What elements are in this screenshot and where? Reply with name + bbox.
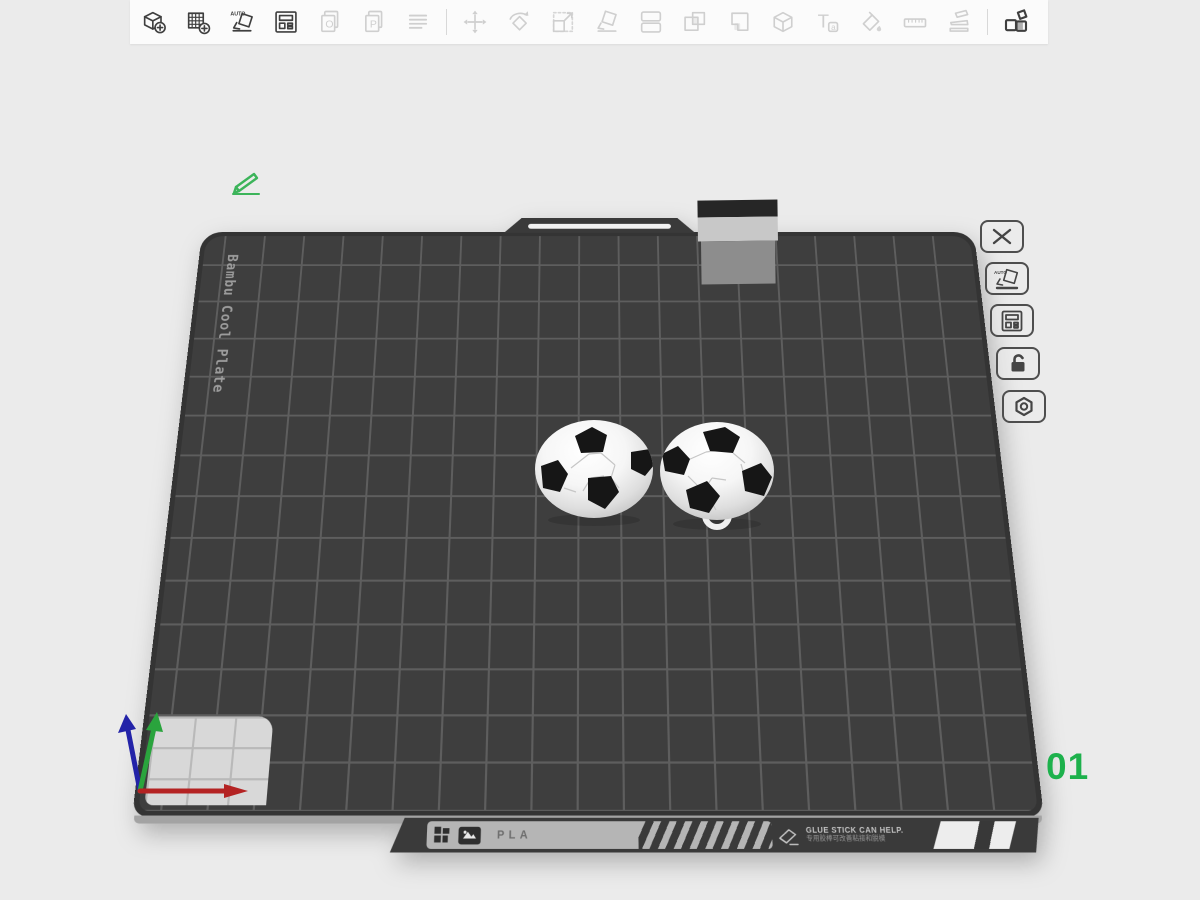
split-to-parts-icon <box>679 6 711 38</box>
edit-plate-name-icon[interactable] <box>228 163 264 197</box>
variable-layer-height-icon <box>723 6 755 38</box>
hazard-stripes <box>638 821 773 849</box>
text-tool-glyph-sub: a <box>831 23 836 32</box>
auto-orient-icon: AUTO <box>993 267 1021 291</box>
arrange-icon[interactable] <box>270 6 302 38</box>
measure-icon <box>899 6 931 38</box>
soccer-ball-half-with-loop[interactable] <box>658 418 780 536</box>
assembly-view-icon[interactable] <box>1000 6 1032 38</box>
y-axis-arrow <box>146 712 163 732</box>
soccer-ball-half[interactable] <box>531 416 659 528</box>
close-icon <box>990 227 1014 247</box>
bambu-logo-icon <box>433 826 451 844</box>
auto-orient-plate-button[interactable]: AUTO <box>985 262 1029 295</box>
seam-painting-icon <box>943 6 975 38</box>
text-tool-icon: T a <box>811 6 843 38</box>
add-object-icon[interactable] <box>138 6 170 38</box>
prime-tower-band <box>698 216 778 241</box>
document-p-glyph: P <box>370 19 377 31</box>
plate-info-panel: PLA <box>426 821 773 849</box>
plate-handle-slot <box>528 224 671 229</box>
plate-type-icon <box>457 825 482 845</box>
plate-label-bar: PLA GLUE STICK CAN HELP. 专用胶棒可改善粘接和脱模 <box>390 818 1043 853</box>
plate-handle <box>504 218 695 233</box>
plate-corner-tab <box>931 821 1019 849</box>
lock-open-icon <box>1005 352 1031 376</box>
auto-orient-icon[interactable]: AUTO <box>226 6 258 38</box>
axis-indicator <box>110 700 260 810</box>
nut-icon <box>1011 395 1037 419</box>
document-p-icon: P <box>358 6 390 38</box>
main-toolbar: AUTO O <box>130 0 1048 44</box>
prime-tower-body <box>701 240 776 284</box>
rotate-icon <box>503 6 535 38</box>
arrange-plate-button[interactable] <box>990 304 1034 337</box>
plate-number: 01 <box>1046 746 1089 788</box>
toolbar-separator <box>446 9 447 35</box>
split-to-objects-icon <box>635 6 667 38</box>
document-o-icon: O <box>314 6 346 38</box>
scale-icon <box>547 6 579 38</box>
lock-plate-button[interactable] <box>996 347 1040 380</box>
add-plate-icon[interactable] <box>182 6 214 38</box>
document-o-glyph: O <box>325 19 333 31</box>
glue-hint: GLUE STICK CAN HELP. 专用胶棒可改善粘接和脱模 <box>776 821 905 849</box>
lay-on-face-icon <box>591 6 623 38</box>
mesh-boolean-icon <box>767 6 799 38</box>
object-list-icon <box>402 6 434 38</box>
text-tool-glyph-main: T <box>818 10 829 31</box>
color-painting-icon <box>855 6 887 38</box>
z-axis-arrow <box>118 714 136 733</box>
glue-hint-cn: 专用胶棒可改善粘接和脱模 <box>806 836 904 844</box>
toolbar-separator <box>987 9 988 35</box>
delete-plate-button[interactable] <box>980 220 1024 253</box>
viewport-3d[interactable]: AUTO O <box>0 0 1200 900</box>
x-axis-arrow <box>224 784 248 798</box>
glue-hint-en: GLUE STICK CAN HELP. <box>806 826 904 835</box>
plate-settings-button[interactable] <box>1002 390 1046 423</box>
glue-stick-icon <box>776 825 801 846</box>
move-icon <box>459 6 491 38</box>
filament-label: PLA <box>497 829 532 842</box>
prime-tower[interactable] <box>697 199 778 284</box>
prime-tower-top <box>697 199 777 217</box>
arrange-icon <box>999 309 1025 333</box>
